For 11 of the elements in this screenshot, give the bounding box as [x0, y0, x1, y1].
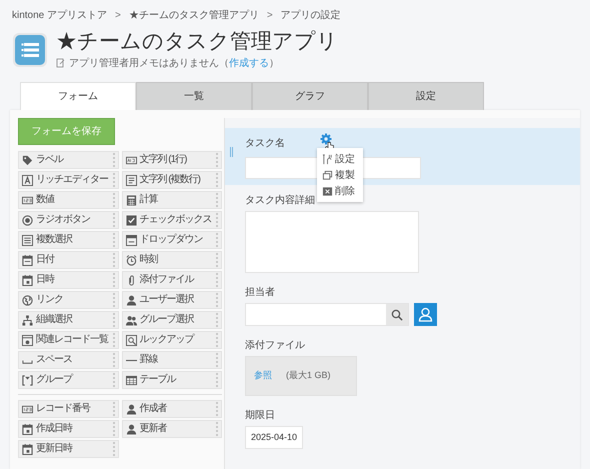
breadcrumb-separator: > [266, 8, 273, 22]
app-title: ★チームのタスク管理アプリ [56, 30, 338, 54]
breadcrumb-current: アプリの設定 [280, 8, 341, 22]
field-label: タスク名 [245, 136, 285, 150]
field-label: 期限日 [245, 409, 275, 422]
breadcrumb-separator: > [115, 8, 121, 22]
memo-text: アプリ管理者用メモはありません（作成する） [69, 56, 279, 70]
field-label: タスク内容詳細 [245, 194, 315, 207]
field-label: 担当者 [245, 286, 275, 299]
field-label: 添付ファイル [245, 339, 305, 352]
size-limit-text: (最大1 GB) [286, 369, 331, 382]
